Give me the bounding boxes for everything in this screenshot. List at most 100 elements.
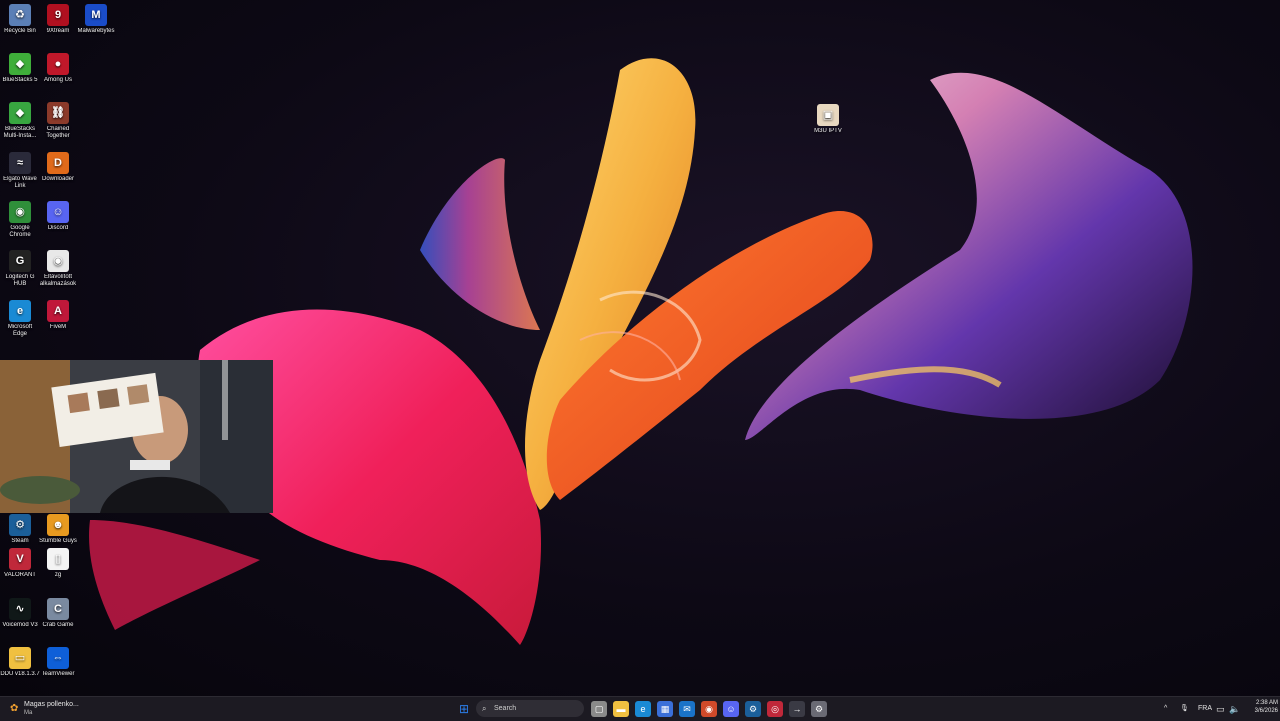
desktop-shortcut[interactable]: C Crab Game	[38, 598, 78, 629]
weather-icon: ✿	[10, 703, 19, 714]
mail-button[interactable]: ✉	[679, 701, 695, 717]
desktop-shortcut[interactable]: ♻ Recycle Bin	[0, 4, 40, 35]
desktop-shortcut-label: M3U IPTV	[814, 128, 842, 134]
desktop-shortcut[interactable]: ◉ Google Chrome	[0, 201, 40, 239]
crab-game-icon: C	[47, 598, 69, 620]
desktop-shortcut[interactable]: ⛓ Chained Together	[38, 102, 78, 140]
chrome-icon: ◉	[9, 201, 31, 223]
desktop-shortcut[interactable]: ▭ DDU v18.1.3.7	[0, 647, 40, 678]
desktop-shortcut-label: Elgato Wave Link	[3, 176, 37, 189]
desktop-shortcut[interactable]: G Logitech G HUB	[0, 250, 40, 288]
clock-date: 3/6/2026	[1254, 708, 1278, 714]
desktop-shortcut-label: BlueStacks 5	[2, 77, 38, 83]
desktop-shortcut[interactable]: ● Among Us	[38, 53, 78, 84]
desktop-shortcut-label: Stumble Guys	[39, 538, 77, 544]
m3u-iptv-icon: ▣	[817, 104, 839, 126]
discord-button[interactable]: ☺	[723, 701, 739, 717]
bluestacks-multi-icon: ◆	[9, 102, 31, 124]
desktop-shortcut-label: DDU v18.1.3.7	[0, 671, 40, 677]
desktop-shortcut-label: VALORANT	[4, 572, 36, 578]
chrome-button[interactable]: ◉	[701, 701, 717, 717]
elgato-wave-link-icon: ≈	[9, 152, 31, 174]
task-view-button[interactable]: ▢	[591, 701, 607, 717]
taskbar: ✿ Magas pollenko... Ma ⊞ ▢ ▬ e ▦ ✉ ◉ ☺ ⚙ ◎ → ⚙ ⌕ Se…	[0, 696, 1280, 721]
among-us-icon: ●	[47, 53, 69, 75]
fivem-icon: A	[47, 300, 69, 322]
desktop-shortcut-label: Voicemod V3	[2, 622, 38, 628]
desktop-shortcut[interactable]: ≈ Elgato Wave Link	[0, 152, 40, 190]
desktop-shortcut[interactable]: ▯ zg	[38, 548, 78, 579]
desktop-shortcut-label: Microsoft Edge	[7, 324, 33, 337]
search-icon: ⌕	[482, 704, 487, 713]
9xtream-icon: 9	[47, 4, 69, 26]
discord-icon: ☺	[47, 201, 69, 223]
clock-time: 2:38 AM	[1255, 700, 1278, 706]
show-hidden-icons-button[interactable]: ^	[1164, 701, 1167, 717]
webcam-feed	[0, 360, 273, 513]
chained-together-icon: ⛓	[47, 102, 69, 124]
desktop-shortcut[interactable]: ⇔ TeamViewer	[38, 647, 78, 678]
app-red-button[interactable]: ◎	[767, 701, 783, 717]
recycle-bin-icon: ♻	[9, 4, 31, 26]
malwarebytes-icon: M	[85, 4, 107, 26]
file-explorer-button[interactable]: ▬	[613, 701, 629, 717]
start-button[interactable]: ⊞	[456, 701, 472, 717]
desktop-shortcut-label: Steam	[11, 538, 29, 544]
desktop-shortcut[interactable]: ◉ Eltávolított alkalmazások	[38, 250, 78, 288]
desktop-shortcut[interactable]: e Microsoft Edge	[0, 300, 40, 338]
valorant-icon: V	[9, 548, 31, 570]
desktop-shortcut-label: Malwarebytes	[77, 28, 115, 34]
desktop-shortcut[interactable]: M Malwarebytes	[76, 4, 116, 35]
app-arrow-button[interactable]: →	[789, 701, 805, 717]
desktop-shortcut-label: Discord	[47, 225, 69, 231]
desktop-shortcut[interactable]: ◆ BlueStacks Multi-Insta...	[0, 102, 40, 140]
desktop-shortcut-label: Downloader	[41, 176, 75, 182]
desktop-shortcut-label: Google Chrome	[9, 225, 31, 238]
desktop-shortcut[interactable]: ⚙ Steam	[0, 514, 40, 545]
desktop-shortcut[interactable]: 9 9Xtream	[38, 4, 78, 35]
desktop-shortcut-label: Recycle Bin	[4, 28, 36, 34]
voicemod-icon: ∿	[9, 598, 31, 620]
logitech-ghub-icon: G	[9, 250, 31, 272]
desktop-shortcut[interactable]: V VALORANT	[0, 548, 40, 579]
webcam-overlay	[0, 360, 273, 513]
network-icon[interactable]: ▭	[1216, 701, 1225, 717]
steam-icon: ⚙	[9, 514, 31, 536]
desktop-shortcut-label: Logitech G HUB	[5, 274, 35, 287]
edge-button[interactable]: e	[635, 701, 651, 717]
desktop: ♻ Recycle Bin 9 9Xtream M Malwarebytes ◆ BlueSt…	[0, 0, 1280, 696]
desktop-shortcut-label: FiveM	[49, 324, 67, 330]
desktop-shortcut[interactable]: ◆ BlueStacks 5	[0, 53, 40, 84]
settings-button[interactable]: ⚙	[811, 701, 827, 717]
weather-widget[interactable]: ✿ Magas pollenko... Ma	[8, 701, 92, 717]
folder-icon: ▭	[9, 647, 31, 669]
desktop-shortcut[interactable]: ▣ M3U IPTV	[808, 104, 848, 135]
desktop-shortcut[interactable]: ☻ Stumble Guys	[38, 514, 78, 545]
desktop-shortcut[interactable]: A FiveM	[38, 300, 78, 331]
store-button[interactable]: ▦	[657, 701, 673, 717]
desktop-shortcut-label: 9Xtream	[46, 28, 70, 34]
removed-apps-icon: ◉	[47, 250, 69, 272]
language-indicator[interactable]: FRA	[1198, 701, 1212, 717]
desktop-shortcut[interactable]: D Downloader	[38, 152, 78, 183]
desktop-shortcut-label: Crab Game	[42, 622, 74, 628]
teamviewer-icon: ⇔	[47, 647, 69, 669]
volume-icon[interactable]: 🔈	[1229, 701, 1240, 717]
stumble-guys-icon: ☻	[47, 514, 69, 536]
desktop-shortcut-label: Among Us	[43, 77, 72, 83]
desktop-shortcut[interactable]: ∿ Voicemod V3	[0, 598, 40, 629]
edge-icon: e	[9, 300, 31, 322]
desktop-shortcut[interactable]: ☺ Discord	[38, 201, 78, 232]
desktop-shortcut-label: BlueStacks Multi-Insta...	[3, 126, 37, 139]
steam-button[interactable]: ⚙	[745, 701, 761, 717]
wallpaper	[89, 58, 1193, 645]
weather-subtitle: Ma	[24, 710, 33, 716]
desktop-shortcut-label: zg	[54, 572, 62, 578]
desktop-shortcut-label: TeamViewer	[41, 671, 75, 677]
microphone-icon[interactable]: 🎙	[1180, 701, 1189, 717]
clock[interactable]: 2:38 AM 3/6/2026	[1244, 699, 1278, 715]
search-box[interactable]: ⌕ Search	[476, 700, 584, 717]
file-icon: ▯	[47, 548, 69, 570]
downloader-icon: D	[47, 152, 69, 174]
bluestacks-icon: ◆	[9, 53, 31, 75]
